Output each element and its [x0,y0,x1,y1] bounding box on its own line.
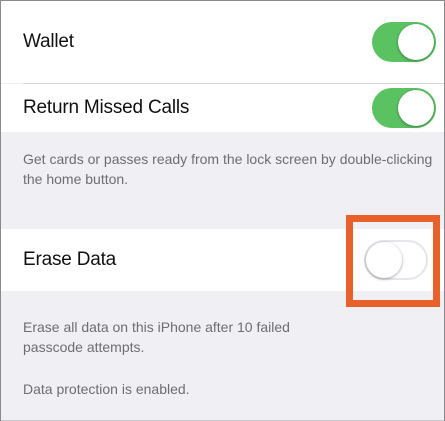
highlight-box [346,215,440,307]
wallet-label: Wallet [23,31,74,52]
erase-data-label: Erase Data [23,249,117,270]
wallet-toggle[interactable] [372,22,436,62]
erase-data-footer-text: Erase all data on this iPhone after 10 f… [23,319,290,355]
settings-screen: Wallet Return Missed Calls Get cards or … [0,0,445,421]
return-missed-calls-toggle[interactable] [372,88,436,128]
wallet-toggle-knob [398,24,434,60]
return-missed-calls-row: Return Missed Calls [1,84,444,132]
return-missed-calls-toggle-knob [398,90,434,126]
return-missed-calls-label: Return Missed Calls [23,97,190,118]
wallet-row: Wallet [1,1,444,83]
wallet-footer-text: Get cards or passes ready from the lock … [23,151,433,187]
data-protection-status: Data protection is enabled. [23,381,190,397]
